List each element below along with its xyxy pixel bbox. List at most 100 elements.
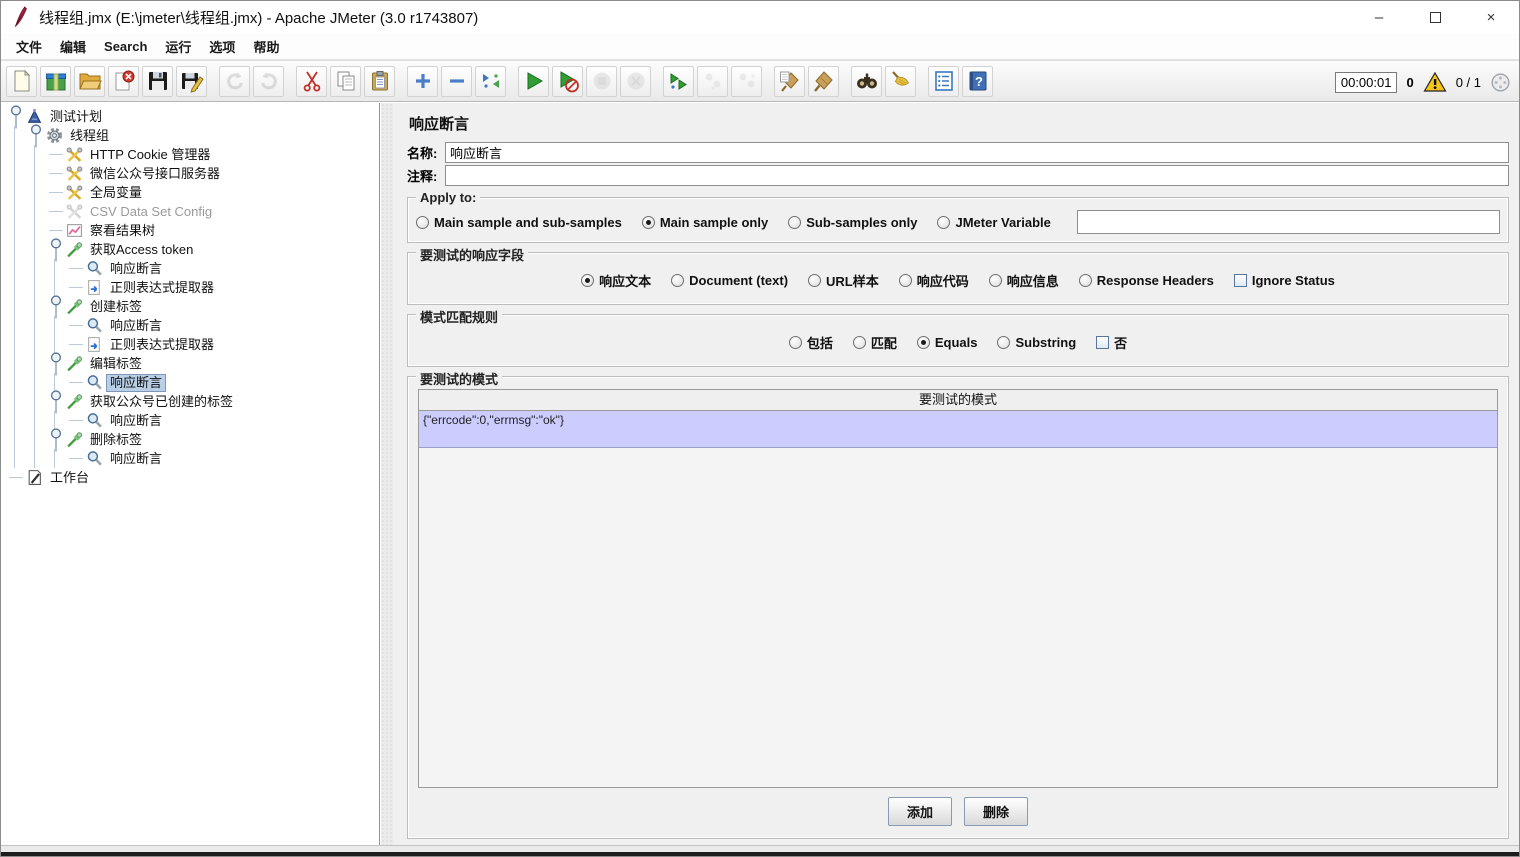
tree-guide-line xyxy=(14,335,15,354)
search-button[interactable] xyxy=(851,66,882,97)
tree-item[interactable]: 工作台 xyxy=(1,468,379,487)
add-pattern-button[interactable]: 添加 xyxy=(888,797,952,826)
expand-all-button[interactable] xyxy=(407,66,438,97)
tree-item[interactable]: 删除标签 xyxy=(1,430,379,449)
tree-item[interactable]: 全局变量 xyxy=(1,183,379,202)
clear-all-button[interactable] xyxy=(808,66,839,97)
apply-to-radio-option[interactable]: Main sample and sub-samples xyxy=(416,215,622,230)
paste-icon xyxy=(368,69,392,93)
tree-item[interactable]: 响应断言 xyxy=(1,259,379,278)
tree-expand-handle-icon[interactable] xyxy=(47,392,65,411)
apply-to-group: Apply to: Main sample and sub-samplesMai… xyxy=(407,197,1509,243)
pattern-rule-radio-option[interactable]: 包括 xyxy=(789,333,833,352)
start-no-timers-button[interactable] xyxy=(552,66,583,97)
tree-item[interactable]: 获取公众号已创建的标签 xyxy=(1,392,379,411)
tree-expand-handle-icon[interactable] xyxy=(47,354,65,373)
search-reset-button[interactable] xyxy=(885,66,916,97)
delete-pattern-button[interactable]: 删除 xyxy=(964,797,1028,826)
jmeter-variable-input[interactable] xyxy=(1077,210,1500,234)
page-title: 响应断言 xyxy=(407,107,1509,142)
tree-item[interactable]: 获取Access token xyxy=(1,240,379,259)
tree-item[interactable]: 编辑标签 xyxy=(1,354,379,373)
checkbox-label: 否 xyxy=(1114,333,1127,352)
comment-input[interactable] xyxy=(445,165,1509,186)
tree-expand-handle-icon[interactable] xyxy=(7,107,25,126)
tree-item-label: 正则表达式提取器 xyxy=(107,337,217,353)
tree-expand-handle-icon[interactable] xyxy=(47,240,65,259)
close-button[interactable]: × xyxy=(1463,1,1519,33)
menu-item[interactable]: 运行 xyxy=(156,33,200,60)
active-threads-ratio: 0 / 1 xyxy=(1456,75,1481,90)
tree-item[interactable]: 线程组 xyxy=(1,126,379,145)
response-field-radio-option[interactable]: 响应文本 xyxy=(581,271,651,290)
tree-guide-line xyxy=(34,354,35,373)
undo-button xyxy=(219,66,250,97)
apply-to-radio-option[interactable]: JMeter Variable xyxy=(937,215,1050,230)
tree-expand-handle-icon[interactable] xyxy=(47,430,65,449)
maximize-icon xyxy=(1430,12,1441,23)
response-field-checkbox-option[interactable]: Ignore Status xyxy=(1234,273,1335,288)
pattern-rule-checkbox-option[interactable]: 否 xyxy=(1096,333,1127,352)
copy-icon xyxy=(334,69,358,93)
jmeter-feather-icon xyxy=(11,6,31,28)
tree-item-label: 微信公众号接口服务器 xyxy=(87,166,223,182)
templates-button[interactable] xyxy=(40,66,71,97)
tree-item[interactable]: 微信公众号接口服务器 xyxy=(1,164,379,183)
patterns-table-empty-area[interactable] xyxy=(419,448,1497,787)
pattern-rule-radio-option[interactable]: 匹配 xyxy=(853,333,897,352)
svg-text:?: ? xyxy=(975,74,983,89)
tree-item[interactable]: 创建标签 xyxy=(1,297,379,316)
response-field-radio-option[interactable]: 响应信息 xyxy=(989,271,1059,290)
menu-item[interactable]: Search xyxy=(95,35,156,58)
open-file-button[interactable] xyxy=(74,66,105,97)
new-file-button[interactable] xyxy=(6,66,37,97)
pattern-rule-radio-option[interactable]: Substring xyxy=(997,335,1076,350)
save-button[interactable] xyxy=(142,66,173,97)
minimize-button[interactable]: – xyxy=(1351,1,1407,33)
start-button[interactable] xyxy=(518,66,549,97)
menu-item[interactable]: 选项 xyxy=(200,33,244,60)
menu-item[interactable]: 编辑 xyxy=(51,33,95,60)
menu-item[interactable]: 文件 xyxy=(7,33,51,60)
response-field-radio-option[interactable]: 响应代码 xyxy=(899,271,969,290)
name-input[interactable] xyxy=(445,142,1509,163)
menu-item[interactable]: 帮助 xyxy=(244,33,288,60)
paste-button[interactable] xyxy=(364,66,395,97)
response-field-radio-option[interactable]: Document (text) xyxy=(671,273,788,288)
splitter-handle[interactable] xyxy=(381,103,393,845)
save-as-button[interactable] xyxy=(176,66,207,97)
maximize-button[interactable] xyxy=(1407,1,1463,33)
remote-stop-all-button xyxy=(731,66,762,97)
tree-item[interactable]: 测试计划 xyxy=(1,107,379,126)
tree-item[interactable]: HTTP Cookie 管理器 xyxy=(1,145,379,164)
tree-item[interactable]: CSV Data Set Config xyxy=(1,202,379,221)
pattern-rule-radio-option[interactable]: Equals xyxy=(917,335,978,350)
close-file-button[interactable] xyxy=(108,66,139,97)
response-field-radio-option[interactable]: Response Headers xyxy=(1079,273,1214,288)
tree-item[interactable]: 响应断言 xyxy=(1,316,379,335)
toggle-button[interactable] xyxy=(475,66,506,97)
collapse-all-button[interactable] xyxy=(441,66,472,97)
warning-triangle-icon[interactable] xyxy=(1423,71,1447,93)
radio-icon xyxy=(917,336,930,349)
tree-item[interactable]: 响应断言 xyxy=(1,449,379,468)
help-button[interactable]: ? xyxy=(962,66,993,97)
radio-label: JMeter Variable xyxy=(955,215,1050,230)
tree-expand-handle-icon[interactable] xyxy=(27,126,45,145)
pattern-row[interactable]: {"errcode":0,"errmsg":"ok"} xyxy=(419,411,1497,448)
apply-to-legend: Apply to: xyxy=(416,190,480,205)
remote-start-all-button[interactable] xyxy=(663,66,694,97)
sampler-icon xyxy=(66,298,83,315)
apply-to-radio-option[interactable]: Sub-samples only xyxy=(788,215,917,230)
patterns-group: 要测试的模式 要测试的模式 {"errcode":0,"errmsg":"ok"… xyxy=(407,376,1509,839)
cut-button[interactable] xyxy=(296,66,327,97)
function-helper-button[interactable] xyxy=(928,66,959,97)
apply-to-radio-option[interactable]: Main sample only xyxy=(642,215,768,230)
copy-button[interactable] xyxy=(330,66,361,97)
patterns-legend: 要测试的模式 xyxy=(416,369,502,388)
tree-guide-line xyxy=(54,259,55,278)
tree-expand-handle-icon[interactable] xyxy=(47,297,65,316)
assertion-icon xyxy=(86,412,103,429)
response-field-radio-option[interactable]: URL样本 xyxy=(808,271,879,290)
clear-button[interactable] xyxy=(774,66,805,97)
